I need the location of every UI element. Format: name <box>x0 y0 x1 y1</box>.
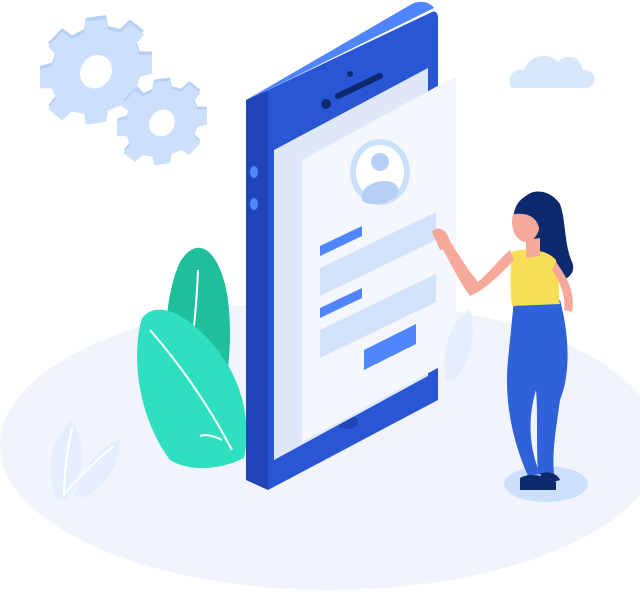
illustration-svg <box>0 1 640 590</box>
illustration-scene <box>0 0 640 595</box>
cloud-icon <box>509 55 595 88</box>
avatar-icon <box>350 139 410 205</box>
